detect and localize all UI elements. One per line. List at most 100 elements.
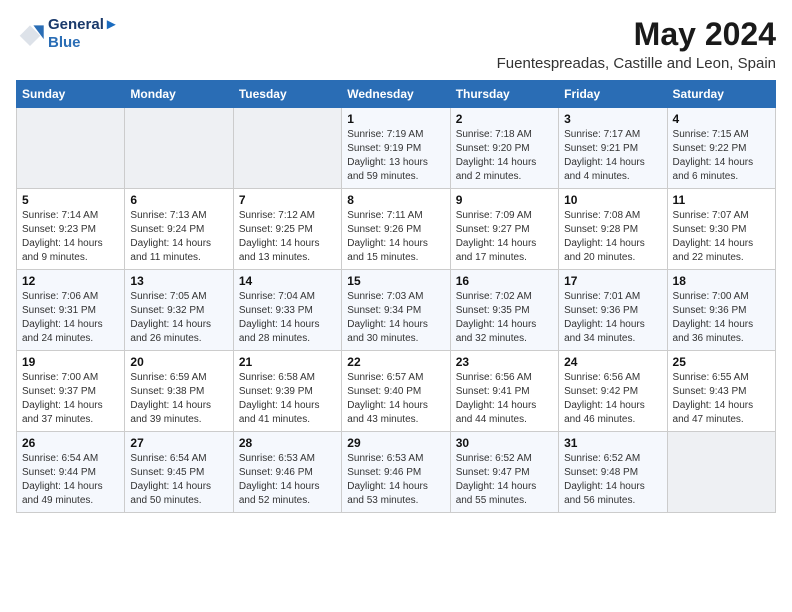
weekday-header-saturday: Saturday: [667, 81, 775, 108]
day-number: 1: [347, 112, 444, 126]
day-cell: 5Sunrise: 7:14 AMSunset: 9:23 PMDaylight…: [17, 189, 125, 270]
day-info: Sunrise: 6:59 AMSunset: 9:38 PMDaylight:…: [130, 371, 227, 427]
day-number: 21: [239, 355, 336, 369]
day-cell: 29Sunrise: 6:53 AMSunset: 9:46 PMDayligh…: [342, 432, 450, 513]
day-info: Sunrise: 7:04 AMSunset: 9:33 PMDaylight:…: [239, 290, 336, 346]
day-cell: 25 Sunrise: 6:55 AMSunset: 9:43 PMDayligh…: [667, 351, 775, 432]
day-info: Sunrise: 6:55 AMSunset: 9:43 PMDaylight:…: [673, 371, 770, 427]
day-cell: 4 Sunrise: 7:15 AMSunset: 9:22 PMDaylight…: [667, 108, 775, 189]
day-info: Sunrise: 6:52 AMSunset: 9:48 PMDaylight:…: [564, 452, 661, 508]
day-cell: 17 Sunrise: 7:01 AMSunset: 9:36 PMDayligh…: [559, 270, 667, 351]
day-cell: 3 Sunrise: 7:17 AMSunset: 9:21 PMDaylight…: [559, 108, 667, 189]
day-number: 9: [456, 193, 553, 207]
week-row-4: 19 Sunrise: 7:00 AMSunset: 9:37 PMDayligh…: [17, 351, 776, 432]
day-cell: 18 Sunrise: 7:00 AMSunset: 9:36 PMDayligh…: [667, 270, 775, 351]
day-number: 4: [673, 112, 770, 126]
week-row-2: 5Sunrise: 7:14 AMSunset: 9:23 PMDaylight…: [17, 189, 776, 270]
day-cell: [125, 108, 233, 189]
logo: General► Blue: [16, 16, 119, 52]
day-info: Sunrise: 7:00 AMSunset: 9:37 PMDaylight:…: [22, 371, 119, 427]
day-number: 24: [564, 355, 661, 369]
day-info: Sunrise: 7:19 AMSunset: 9:19 PMDaylight:…: [347, 128, 444, 184]
day-cell: 6Sunrise: 7:13 AMSunset: 9:24 PMDaylight…: [125, 189, 233, 270]
day-number: 28: [239, 436, 336, 450]
calendar-table: SundayMondayTuesdayWednesdayThursdayFrid…: [16, 80, 776, 513]
day-number: 13: [130, 274, 227, 288]
weekday-header-tuesday: Tuesday: [233, 81, 341, 108]
weekday-header-thursday: Thursday: [450, 81, 558, 108]
logo-text-line2: Blue: [48, 34, 119, 52]
day-info: Sunrise: 7:02 AMSunset: 9:35 PMDaylight:…: [456, 290, 553, 346]
day-number: 18: [673, 274, 770, 288]
day-info: Sunrise: 7:01 AMSunset: 9:36 PMDaylight:…: [564, 290, 661, 346]
day-info: Sunrise: 6:58 AMSunset: 9:39 PMDaylight:…: [239, 371, 336, 427]
day-number: 8: [347, 193, 444, 207]
day-info: Sunrise: 7:07 AMSunset: 9:30 PMDaylight:…: [673, 209, 770, 265]
weekday-header-wednesday: Wednesday: [342, 81, 450, 108]
day-cell: 2Sunrise: 7:18 AMSunset: 9:20 PMDaylight…: [450, 108, 558, 189]
day-info: Sunrise: 7:05 AMSunset: 9:32 PMDaylight:…: [130, 290, 227, 346]
day-info: Sunrise: 7:06 AMSunset: 9:31 PMDaylight:…: [22, 290, 119, 346]
weekday-header-monday: Monday: [125, 81, 233, 108]
logo-icon: [16, 22, 44, 46]
day-info: Sunrise: 7:09 AMSunset: 9:27 PMDaylight:…: [456, 209, 553, 265]
week-row-5: 26 Sunrise: 6:54 AMSunset: 9:44 PMDayligh…: [17, 432, 776, 513]
day-number: 25: [673, 355, 770, 369]
day-cell: 26 Sunrise: 6:54 AMSunset: 9:44 PMDayligh…: [17, 432, 125, 513]
day-number: 26: [22, 436, 119, 450]
day-number: 12: [22, 274, 119, 288]
day-cell: 8 Sunrise: 7:11 AMSunset: 9:26 PMDaylight…: [342, 189, 450, 270]
day-cell: 16Sunrise: 7:02 AMSunset: 9:35 PMDayligh…: [450, 270, 558, 351]
day-info: Sunrise: 7:17 AMSunset: 9:21 PMDaylight:…: [564, 128, 661, 184]
subtitle: Fuentespreadas, Castille and Leon, Spain: [497, 55, 776, 72]
day-cell: [233, 108, 341, 189]
day-number: 7: [239, 193, 336, 207]
day-number: 23: [456, 355, 553, 369]
week-row-3: 12 Sunrise: 7:06 AMSunset: 9:31 PMDayligh…: [17, 270, 776, 351]
day-info: Sunrise: 7:00 AMSunset: 9:36 PMDaylight:…: [673, 290, 770, 346]
day-cell: 1 Sunrise: 7:19 AMSunset: 9:19 PMDaylight…: [342, 108, 450, 189]
day-number: 6: [130, 193, 227, 207]
day-info: Sunrise: 6:56 AMSunset: 9:42 PMDaylight:…: [564, 371, 661, 427]
day-info: Sunrise: 6:52 AMSunset: 9:47 PMDaylight:…: [456, 452, 553, 508]
day-number: 3: [564, 112, 661, 126]
day-number: 17: [564, 274, 661, 288]
day-info: Sunrise: 6:53 AMSunset: 9:46 PMDaylight:…: [347, 452, 444, 508]
day-info: Sunrise: 7:08 AMSunset: 9:28 PMDaylight:…: [564, 209, 661, 265]
day-cell: [667, 432, 775, 513]
day-info: Sunrise: 6:54 AMSunset: 9:44 PMDaylight:…: [22, 452, 119, 508]
day-cell: 9 Sunrise: 7:09 AMSunset: 9:27 PMDaylight…: [450, 189, 558, 270]
weekday-header-sunday: Sunday: [17, 81, 125, 108]
day-cell: 11 Sunrise: 7:07 AMSunset: 9:30 PMDayligh…: [667, 189, 775, 270]
day-number: 27: [130, 436, 227, 450]
day-info: Sunrise: 7:03 AMSunset: 9:34 PMDaylight:…: [347, 290, 444, 346]
day-info: Sunrise: 7:15 AMSunset: 9:22 PMDaylight:…: [673, 128, 770, 184]
day-number: 31: [564, 436, 661, 450]
day-number: 19: [22, 355, 119, 369]
day-number: 10: [564, 193, 661, 207]
day-cell: 27 Sunrise: 6:54 AMSunset: 9:45 PMDayligh…: [125, 432, 233, 513]
day-number: 30: [456, 436, 553, 450]
day-cell: 22 Sunrise: 6:57 AMSunset: 9:40 PMDayligh…: [342, 351, 450, 432]
day-cell: 12 Sunrise: 7:06 AMSunset: 9:31 PMDayligh…: [17, 270, 125, 351]
day-cell: 20 Sunrise: 6:59 AMSunset: 9:38 PMDayligh…: [125, 351, 233, 432]
day-info: Sunrise: 6:54 AMSunset: 9:45 PMDaylight:…: [130, 452, 227, 508]
day-info: Sunrise: 7:11 AMSunset: 9:26 PMDaylight:…: [347, 209, 444, 265]
weekday-header-row: SundayMondayTuesdayWednesdayThursdayFrid…: [17, 81, 776, 108]
day-cell: 10 Sunrise: 7:08 AMSunset: 9:28 PMDayligh…: [559, 189, 667, 270]
day-number: 11: [673, 193, 770, 207]
day-number: 5: [22, 193, 119, 207]
day-cell: 24 Sunrise: 6:56 AMSunset: 9:42 PMDayligh…: [559, 351, 667, 432]
day-cell: 31 Sunrise: 6:52 AMSunset: 9:48 PMDayligh…: [559, 432, 667, 513]
day-cell: 19 Sunrise: 7:00 AMSunset: 9:37 PMDayligh…: [17, 351, 125, 432]
day-number: 20: [130, 355, 227, 369]
day-cell: 15 Sunrise: 7:03 AMSunset: 9:34 PMDayligh…: [342, 270, 450, 351]
week-row-1: 1 Sunrise: 7:19 AMSunset: 9:19 PMDaylight…: [17, 108, 776, 189]
day-number: 22: [347, 355, 444, 369]
day-info: Sunrise: 6:57 AMSunset: 9:40 PMDaylight:…: [347, 371, 444, 427]
weekday-header-friday: Friday: [559, 81, 667, 108]
day-cell: 14Sunrise: 7:04 AMSunset: 9:33 PMDayligh…: [233, 270, 341, 351]
day-number: 15: [347, 274, 444, 288]
day-cell: 30 Sunrise: 6:52 AMSunset: 9:47 PMDayligh…: [450, 432, 558, 513]
day-info: Sunrise: 7:12 AMSunset: 9:25 PMDaylight:…: [239, 209, 336, 265]
